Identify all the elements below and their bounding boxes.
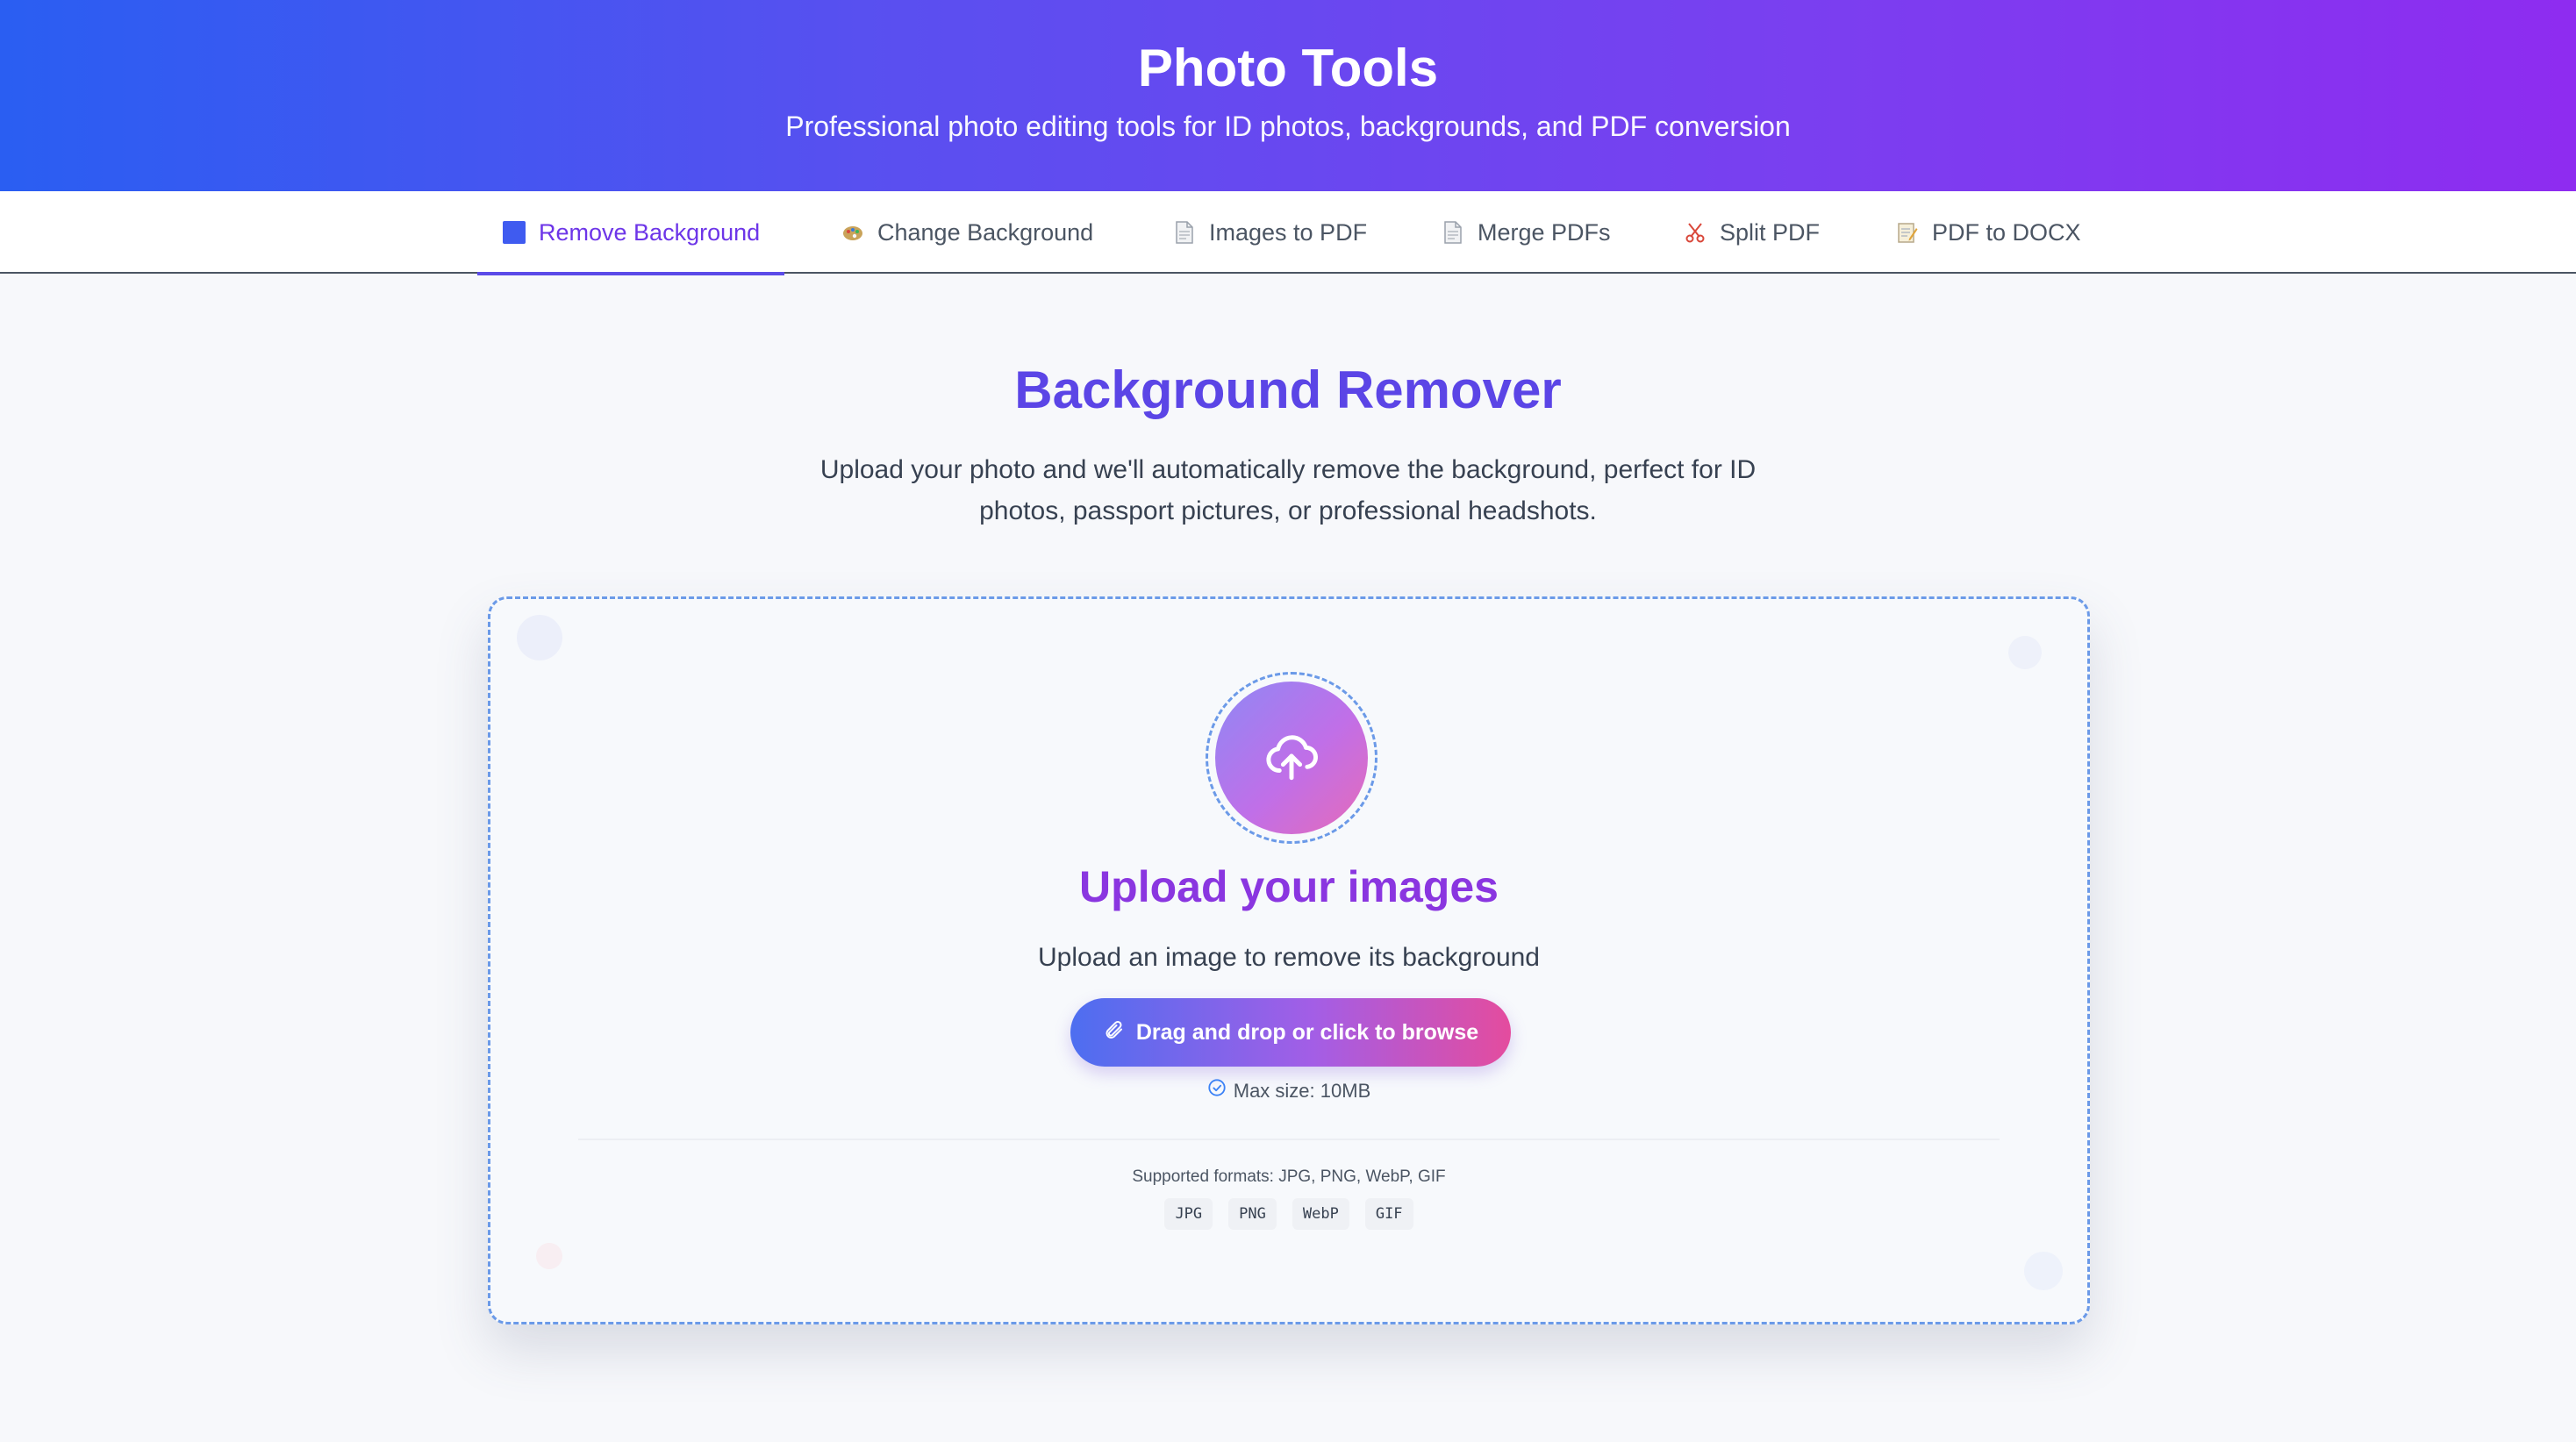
tab-label: Change Background xyxy=(877,218,1094,246)
format-chips: JPG PNG WebP GIF xyxy=(490,1198,2087,1230)
page-title: Background Remover xyxy=(1014,360,1562,419)
tab-change-background[interactable]: Change Background xyxy=(841,191,1093,274)
tab-label: Split PDF xyxy=(1720,218,1821,246)
tab-label: Merge PDFs xyxy=(1478,218,1611,246)
format-chip: GIF xyxy=(1364,1198,1413,1230)
upload-icon-badge xyxy=(1215,682,1368,834)
format-chip: PNG xyxy=(1228,1198,1277,1230)
cloud-upload-icon xyxy=(1263,727,1320,789)
blue-square-icon xyxy=(502,220,526,245)
tab-label: Remove Background xyxy=(539,218,761,246)
palette-icon xyxy=(841,220,865,245)
check-circle-icon xyxy=(1207,1077,1227,1105)
max-size-label: Max size: 10MB xyxy=(1233,1080,1371,1102)
browse-button-label: Drag and drop or click to browse xyxy=(1135,1019,1479,1045)
format-chip: JPG xyxy=(1164,1198,1213,1230)
format-chip: WebP xyxy=(1292,1198,1349,1230)
tab-remove-background[interactable]: Remove Background xyxy=(476,191,785,275)
decorative-dot xyxy=(517,615,562,660)
tab-label: Images to PDF xyxy=(1209,218,1368,246)
decorative-dot xyxy=(2024,1252,2063,1290)
browse-button[interactable]: Drag and drop or click to browse xyxy=(1070,998,1511,1067)
app-subtitle: Professional photo editing tools for ID … xyxy=(785,111,1791,142)
upload-title: Upload your images xyxy=(1079,862,1499,911)
upload-description: Upload an image to remove its background xyxy=(1038,943,1540,972)
tab-label: PDF to DOCX xyxy=(1932,218,2081,246)
app-header: Photo Tools Professional photo editing t… xyxy=(0,0,2576,191)
decorative-dot xyxy=(2008,636,2042,669)
max-size-note: Max size: 10MB xyxy=(490,1077,2087,1105)
scissors-icon xyxy=(1683,220,1707,245)
tab-pdf-to-docx[interactable]: PDF to DOCX xyxy=(1895,191,2081,274)
page-description: Upload your photo and we'll automaticall… xyxy=(819,455,1757,525)
tab-split-pdf[interactable]: Split PDF xyxy=(1683,191,1820,274)
app-title: Photo Tools xyxy=(1137,39,1439,97)
decorative-dot xyxy=(536,1243,562,1269)
tab-images-to-pdf[interactable]: Images to PDF xyxy=(1172,191,1367,274)
document-icon xyxy=(1441,220,1465,245)
divider xyxy=(578,1139,2000,1140)
memo-icon xyxy=(1895,220,1920,245)
supported-formats-label: Supported formats: JPG, PNG, WebP, GIF xyxy=(1132,1167,1446,1186)
upload-dropzone[interactable]: Upload your images Upload an image to re… xyxy=(488,596,2090,1324)
paperclip-icon xyxy=(1103,1019,1124,1046)
document-icon xyxy=(1172,220,1197,245)
tab-merge-pdfs[interactable]: Merge PDFs xyxy=(1441,191,1611,274)
tab-bar: Remove Background Change Background Imag… xyxy=(0,191,2576,275)
